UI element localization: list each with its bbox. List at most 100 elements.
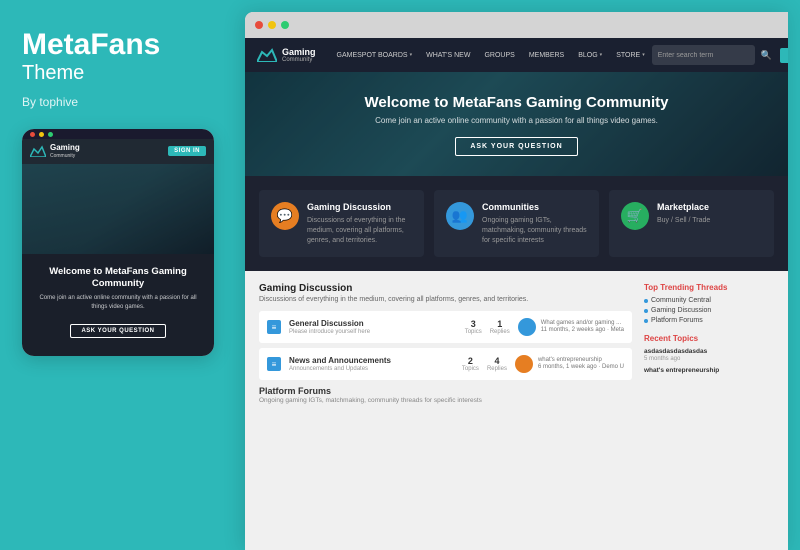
desktop-logo-icon — [257, 48, 277, 62]
mobile-hero-content: Welcome to MetaFans Gaming Community Com… — [32, 266, 204, 346]
desktop-ask-button[interactable]: ASK YOUR QUESTION — [455, 137, 577, 156]
sidebar: Top Trending Threads Community Central G… — [644, 283, 774, 538]
mobile-logo: Gaming Community — [30, 144, 80, 159]
desktop-hero-title: Welcome to MetaFans Gaming Community — [265, 94, 768, 111]
nav-item-store[interactable]: STORE ▾ — [609, 38, 652, 72]
left-panel: MetaFans Theme By tophive Gaming Communi… — [0, 0, 245, 550]
desktop-logo: Gaming Community — [257, 47, 316, 64]
recent-topics-section: Recent Topics asdasdasdasdasdas 5 months… — [644, 334, 774, 374]
forum-sub-general: Please introduce yourself here — [289, 329, 457, 335]
main-content-area: Gaming Discussion Discussions of everyth… — [245, 271, 788, 550]
main-left-content: Gaming Discussion Discussions of everyth… — [259, 283, 632, 538]
gaming-discussion-text: Gaming Discussion Discussions of everyth… — [307, 202, 412, 245]
brand-subtitle: Theme — [22, 61, 84, 85]
forum-row-general[interactable]: ≡ General Discussion Please introduce yo… — [259, 311, 632, 343]
recent-topics-title: Recent Topics — [644, 334, 774, 343]
forum-name-general: General Discussion — [289, 319, 457, 328]
platform-desc: Ongoing gaming IGTs, matchmaking, commun… — [259, 397, 632, 404]
recent-item-1[interactable]: asdasdasdasdasdas 5 months ago — [644, 348, 774, 362]
mobile-dot-green — [48, 132, 53, 137]
chevron-down-icon-2: ▾ — [600, 52, 603, 58]
by-line: By tophive — [22, 95, 78, 109]
bullet-3 — [644, 319, 648, 323]
mobile-hero-overlay — [22, 164, 214, 254]
nav-item-gamespot[interactable]: GAMESPOT BOARDS ▾ — [330, 38, 420, 72]
mobile-preview-card: Gaming Community SIGN IN Welcome to Meta… — [22, 129, 214, 356]
trending-item-1[interactable]: Community Central — [644, 297, 774, 304]
chevron-down-icon: ▾ — [410, 52, 413, 58]
brand-title: MetaFans — [22, 28, 160, 61]
forum-icon-general: ≡ — [267, 320, 281, 334]
mobile-signin-button[interactable]: SIGN IN — [168, 146, 206, 156]
gaming-discussion-title: Gaming Discussion — [307, 202, 412, 212]
avatar-news — [515, 355, 533, 373]
marketplace-icon: 🛒 — [621, 202, 649, 230]
feature-card-communities[interactable]: 👥 Communities Ongoing gaming IGTs, match… — [434, 190, 599, 257]
forum-icon-news: ≡ — [267, 357, 281, 371]
search-input[interactable] — [652, 45, 755, 65]
browser-dot-red — [255, 21, 263, 29]
mobile-dot-red — [30, 132, 35, 137]
marketplace-desc: Buy / Sell / Trade — [657, 216, 710, 226]
desktop-content: Gaming Community GAMESPOT BOARDS ▾ WHAT'… — [245, 38, 788, 550]
bullet-2 — [644, 309, 648, 313]
trending-item-2[interactable]: Gaming Discussion — [644, 307, 774, 314]
mobile-welcome-title: Welcome to MetaFans Gaming Community — [32, 266, 204, 291]
mobile-window-controls — [22, 129, 214, 139]
communities-icon: 👥 — [446, 202, 474, 230]
platform-section: Platform Forums Ongoing gaming IGTs, mat… — [259, 386, 632, 404]
forum-topics-news: 2 Topics — [462, 356, 479, 372]
forum-last-text-general: What games and/or gaming ... 11 months, … — [541, 320, 624, 336]
forum-replies-general: 1 Replies — [490, 319, 510, 335]
marketplace-text: Marketplace Buy / Sell / Trade — [657, 202, 710, 226]
desktop-logo-text-block: Gaming Community — [282, 47, 316, 64]
forum-stats-general: 3 Topics 1 Replies — [465, 319, 510, 335]
communities-title: Communities — [482, 202, 587, 212]
avatar-general — [518, 318, 536, 336]
nav-item-groups[interactable]: GROUPS — [477, 38, 521, 72]
desktop-nav-items: GAMESPOT BOARDS ▾ WHAT'S NEW GROUPS MEMB… — [330, 38, 652, 72]
mobile-logo-icon — [30, 145, 46, 157]
bullet-1 — [644, 299, 648, 303]
mobile-nav: Gaming Community SIGN IN — [22, 139, 214, 164]
recent-item-2[interactable]: what's entrepreneurship — [644, 367, 774, 374]
desktop-hero: Welcome to MetaFans Gaming Community Com… — [245, 72, 788, 176]
forum-last-general: What games and/or gaming ... 11 months, … — [518, 318, 624, 336]
desktop-preview: Gaming Community GAMESPOT BOARDS ▾ WHAT'… — [245, 12, 788, 550]
forum-row-news[interactable]: ≡ News and Announcements Announcements a… — [259, 348, 632, 380]
trending-item-3[interactable]: Platform Forums — [644, 317, 774, 324]
forum-info-general: General Discussion Please introduce your… — [289, 319, 457, 335]
section-desc: Discussions of everything in the medium,… — [259, 296, 632, 303]
gaming-discussion-icon: 💬 — [271, 202, 299, 230]
forum-info-news: News and Announcements Announcements and… — [289, 356, 454, 372]
signin-button[interactable]: SIGN IN — [780, 48, 788, 63]
mobile-content: Welcome to MetaFans Gaming Community Com… — [22, 254, 214, 356]
nav-item-whats-new[interactable]: WHAT'S NEW — [419, 38, 477, 72]
section-title: Gaming Discussion — [259, 283, 632, 294]
communities-text: Communities Ongoing gaming IGTs, matchma… — [482, 202, 587, 245]
desktop-nav: Gaming Community GAMESPOT BOARDS ▾ WHAT'… — [245, 38, 788, 72]
communities-desc: Ongoing gaming IGTs, matchmaking, commun… — [482, 216, 587, 245]
search-icon[interactable]: 🔍 — [761, 50, 772, 61]
chevron-down-icon-3: ▾ — [642, 52, 645, 58]
feature-card-marketplace[interactable]: 🛒 Marketplace Buy / Sell / Trade — [609, 190, 774, 257]
forum-stats-news: 2 Topics 4 Replies — [462, 356, 507, 372]
mobile-ask-button[interactable]: ASK YOUR QUESTION — [70, 324, 165, 338]
forum-replies-news: 4 Replies — [487, 356, 507, 372]
desktop-hero-content: Welcome to MetaFans Gaming Community Com… — [265, 94, 768, 156]
feature-cards-section: 💬 Gaming Discussion Discussions of every… — [245, 176, 788, 271]
browser-dot-yellow — [268, 21, 276, 29]
nav-item-blog[interactable]: BLOG ▾ — [571, 38, 609, 72]
forum-sub-news: Announcements and Updates — [289, 366, 454, 372]
trending-section: Top Trending Threads Community Central G… — [644, 283, 774, 324]
browser-chrome — [245, 12, 788, 38]
mobile-dot-yellow — [39, 132, 44, 137]
mobile-hero — [22, 164, 214, 254]
forum-name-news: News and Announcements — [289, 356, 454, 365]
forum-last-news: what's entrepreneurship 6 months, 1 week… — [515, 355, 624, 373]
forum-last-text-news: what's entrepreneurship 6 months, 1 week… — [538, 357, 624, 373]
trending-title: Top Trending Threads — [644, 283, 774, 292]
feature-card-gaming-discussion[interactable]: 💬 Gaming Discussion Discussions of every… — [259, 190, 424, 257]
nav-item-members[interactable]: MEMBERS — [522, 38, 571, 72]
mobile-hero-subtitle: Come join an active online community wit… — [32, 294, 204, 311]
